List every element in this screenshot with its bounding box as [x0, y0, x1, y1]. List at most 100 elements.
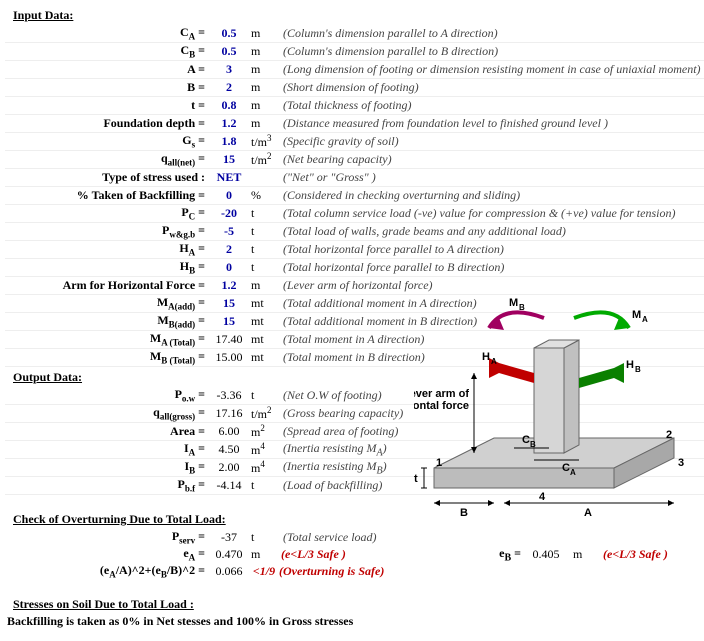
row-value[interactable]: -20	[209, 206, 249, 221]
row-value[interactable]: 1.8	[209, 134, 249, 149]
row-value[interactable]: 15.00	[209, 350, 249, 365]
row-label: MA (Total) =	[5, 331, 209, 347]
eb-unit: m	[571, 547, 603, 562]
svg-text:B: B	[460, 507, 468, 519]
row-label: Pw&g.b =	[5, 223, 209, 239]
row-value[interactable]: 15	[209, 152, 249, 167]
row-unit: m	[249, 26, 281, 41]
row-label: B =	[5, 80, 209, 95]
row-value[interactable]: 1.2	[209, 116, 249, 131]
row-desc: (Total column service load (-ve) value f…	[281, 206, 704, 221]
row-label: IB =	[5, 459, 209, 475]
pserv-value: -37	[209, 530, 249, 545]
row-desc: (Distance measured from foundation level…	[281, 116, 704, 131]
row-value[interactable]: 15	[209, 296, 249, 311]
row-value: 4.50	[209, 442, 249, 457]
row-unit: t	[249, 206, 281, 221]
data-row: qall(net) =15t/m2(Net bearing capacity)	[5, 151, 704, 169]
row-unit: m	[249, 80, 281, 95]
row-unit: mt	[249, 296, 281, 311]
pserv-desc: (Total service load)	[281, 530, 704, 545]
row-value[interactable]: 0	[209, 260, 249, 275]
ea-safe: (e<L/3 Safe )	[281, 547, 411, 562]
data-row: Pw&g.b =-5t(Total load of walls, grade b…	[5, 223, 704, 241]
row-unit: t/m3	[249, 133, 281, 150]
data-row: CB =0.5m(Column's dimension parallel to …	[5, 43, 704, 61]
svg-text:M: M	[632, 309, 641, 321]
row-label: qall(gross) =	[5, 405, 209, 421]
data-row: HB =0t(Total horizontal force parallel t…	[5, 259, 704, 277]
row-unit: m4	[249, 459, 281, 476]
data-row: HA =2t(Total horizontal force parallel t…	[5, 241, 704, 259]
row-value[interactable]: 17.40	[209, 332, 249, 347]
svg-text:t: t	[414, 473, 418, 485]
row-value[interactable]: 1.2	[209, 278, 249, 293]
overt-limit: <1/9	[249, 564, 279, 579]
row-unit: m	[249, 44, 281, 59]
row-label: HB =	[5, 259, 209, 275]
row-unit: mt	[249, 332, 281, 347]
row-value[interactable]: 2	[209, 80, 249, 95]
svg-text:4: 4	[539, 491, 546, 503]
row-label: Pb.f =	[5, 477, 209, 493]
row-label: Po.w =	[5, 387, 209, 403]
ea-value: 0.470	[209, 547, 249, 562]
svg-text:2: 2	[666, 429, 672, 441]
row-value[interactable]: 3	[209, 62, 249, 77]
ea-unit: m	[249, 547, 281, 562]
row-label: qall(net) =	[5, 151, 209, 167]
row-desc: (Long dimension of footing or dimension …	[281, 62, 704, 77]
row-desc: (Short dimension of footing)	[281, 80, 704, 95]
backfill-note: Backfilling is taken as 0% in Net stesse…	[7, 614, 704, 629]
row-unit: t/m2	[249, 151, 281, 168]
row-label: A =	[5, 62, 209, 77]
row-unit: %	[249, 188, 281, 203]
row-value: 17.16	[209, 406, 249, 421]
svg-text:1: 1	[436, 457, 442, 469]
row-unit: t	[249, 478, 281, 493]
row-unit: m	[249, 278, 281, 293]
svg-text:B: B	[635, 365, 641, 374]
pserv-unit: t	[249, 530, 281, 545]
data-row: A =3m(Long dimension of footing or dimen…	[5, 61, 704, 79]
row-unit: m2	[249, 423, 281, 440]
row-value[interactable]: 2	[209, 242, 249, 257]
row-value[interactable]: 0.5	[209, 44, 249, 59]
svg-text:M: M	[509, 297, 518, 309]
svg-text:A: A	[570, 468, 576, 477]
overt-label: (eA/A)^2+(eB/B)^2 =	[5, 563, 209, 579]
row-value: -4.14	[209, 478, 249, 493]
eb-safe: (e<L/3 Safe )	[603, 547, 668, 562]
row-unit: m4	[249, 441, 281, 458]
row-value: 6.00	[209, 424, 249, 439]
row-desc: (Total load of walls, grade beams and an…	[281, 224, 704, 239]
row-value[interactable]: 0	[209, 188, 249, 203]
row-label: Area =	[5, 424, 209, 439]
row-label: IA =	[5, 441, 209, 457]
svg-text:A: A	[584, 507, 592, 519]
data-row: % Taken of Backfilling =0%(Considered in…	[5, 187, 704, 205]
row-label: MA(add) =	[5, 295, 209, 311]
row-value: 2.00	[209, 460, 249, 475]
svg-text:3: 3	[678, 457, 684, 469]
row-value[interactable]: -5	[209, 224, 249, 239]
row-value[interactable]: 0.5	[209, 26, 249, 41]
row-label: t =	[5, 98, 209, 113]
pserv-label: Pserv =	[5, 529, 209, 545]
row-label: Gs =	[5, 133, 209, 149]
row-unit: t	[249, 224, 281, 239]
svg-text:A: A	[642, 315, 648, 324]
row-unit: t	[249, 260, 281, 275]
data-row: PC =-20t(Total column service load (-ve)…	[5, 205, 704, 223]
row-value[interactable]: NET	[209, 170, 249, 185]
row-label: % Taken of Backfilling =	[5, 188, 209, 203]
row-desc: (Total horizontal force parallel to B di…	[281, 260, 704, 275]
row-value[interactable]: 0.8	[209, 98, 249, 113]
row-unit: t/m2	[249, 405, 281, 422]
footing-diagram: MA MB HA HB CA CB A B t 1 2 3 4 Lever ar…	[414, 288, 694, 528]
row-label: MB(add) =	[5, 313, 209, 329]
eb-value: 0.405	[521, 547, 571, 562]
row-unit: t	[249, 242, 281, 257]
row-value[interactable]: 15	[209, 314, 249, 329]
overt-value: 0.066	[209, 564, 249, 579]
